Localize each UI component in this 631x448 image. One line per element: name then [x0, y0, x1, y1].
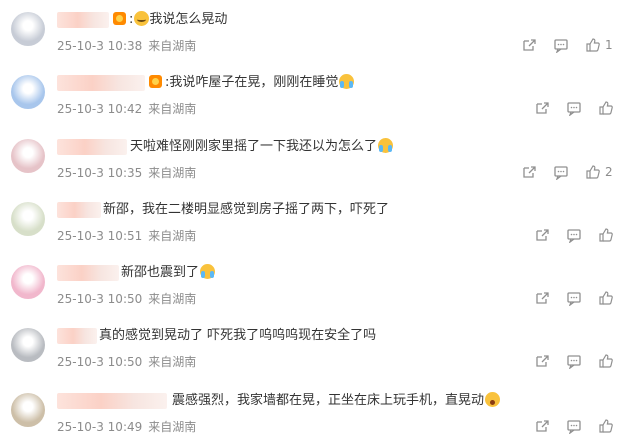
share-icon[interactable] — [520, 36, 538, 54]
comment-prefix: : — [129, 12, 134, 27]
comment-text: 新邵，我在二楼明显感觉到房子摇了两下，吓死了 — [103, 201, 389, 219]
comment-body: 天啦难怪刚刚家里摇了一下我还以为怎么了 — [130, 139, 378, 154]
thumbs-up-icon[interactable] — [597, 99, 615, 117]
shock-emoji-icon — [485, 392, 501, 407]
username-blurred[interactable] — [57, 202, 101, 218]
comment-icon[interactable] — [565, 99, 583, 117]
comment-icon[interactable] — [565, 226, 583, 244]
comment-body: 我说怎么晃动 — [149, 12, 228, 27]
share-icon[interactable] — [533, 417, 551, 435]
comment-text: 新邵也震到了 — [121, 264, 216, 282]
comment-body: 新邵，我在二楼明显感觉到房子摇了两下，吓死了 — [103, 202, 390, 217]
thumbs-up-icon[interactable] — [597, 352, 615, 370]
like-count: 1 — [605, 38, 613, 52]
comment-body: 震感强烈，我家墙都在晃，正坐在床上玩手机，直晃动 — [172, 393, 485, 408]
fan-badge-icon — [113, 12, 126, 25]
comment-item: 新邵也震到了 25-10-3 10:50 来自湖南 — [0, 253, 631, 316]
comment-icon[interactable] — [565, 352, 583, 370]
share-icon[interactable] — [533, 352, 551, 370]
share-icon[interactable] — [533, 226, 551, 244]
comment-actions — [0, 226, 631, 244]
thumbs-up-icon[interactable] — [584, 163, 602, 181]
comment-icon[interactable] — [565, 289, 583, 307]
comment-item: 真的感觉到晃动了 吓死我了呜呜呜现在安全了吗 25-10-3 10:50 来自湖南 — [0, 316, 631, 379]
username-blurred[interactable] — [57, 75, 145, 91]
username-blurred[interactable] — [57, 328, 97, 344]
comment-actions — [0, 99, 631, 117]
share-icon[interactable] — [533, 99, 551, 117]
comment-body: 真的感觉到晃动了 吓死我了呜呜呜现在安全了吗 — [99, 328, 377, 343]
username-blurred[interactable] — [57, 139, 127, 155]
thumbs-up-icon[interactable] — [597, 226, 615, 244]
username-blurred[interactable] — [57, 393, 167, 409]
cry-emoji-icon — [339, 74, 355, 89]
username-blurred[interactable] — [57, 12, 109, 28]
thumbs-up-icon[interactable] — [597, 417, 615, 435]
comment-body: :我说咋屋子在晃，刚刚在睡觉 — [165, 75, 339, 90]
comment-actions: 1 — [0, 36, 631, 54]
comment-item: 天啦难怪刚刚家里摇了一下我还以为怎么了 25-10-3 10:35 来自湖南 2 — [0, 127, 631, 190]
like-count: 2 — [605, 165, 613, 179]
cry-emoji-icon — [200, 264, 216, 279]
comment-icon[interactable] — [565, 417, 583, 435]
comment-text: 真的感觉到晃动了 吓死我了呜呜呜现在安全了吗 — [99, 327, 376, 345]
comment-actions: 2 — [0, 163, 631, 181]
username-blurred[interactable] — [57, 265, 119, 281]
comment-actions — [0, 352, 631, 370]
comment-actions — [0, 417, 631, 435]
share-icon[interactable] — [533, 289, 551, 307]
comment-text: : 我说怎么晃动 — [113, 11, 227, 29]
comment-item: : 我说怎么晃动 25-10-3 10:38 来自湖南 1 — [0, 0, 631, 63]
cry-emoji-icon — [378, 138, 394, 153]
comment-item: :我说咋屋子在晃，刚刚在睡觉 25-10-3 10:42 来自湖南 — [0, 63, 631, 126]
share-icon[interactable] — [520, 163, 538, 181]
comment-icon[interactable] — [552, 163, 570, 181]
comment-text: 震感强烈，我家墙都在晃，正坐在床上玩手机，直晃动 — [172, 392, 501, 410]
fan-badge-icon — [149, 75, 162, 88]
thumbs-up-icon[interactable] — [597, 289, 615, 307]
thumbs-up-icon[interactable] — [584, 36, 602, 54]
comment-actions — [0, 289, 631, 307]
comment-item: 震感强烈，我家墙都在晃，正坐在床上玩手机，直晃动 25-10-3 10:49 来自湖… — [0, 381, 631, 444]
comment-icon[interactable] — [552, 36, 570, 54]
comment-item: 新邵，我在二楼明显感觉到房子摇了两下，吓死了 25-10-3 10:51 来自湖南 — [0, 190, 631, 253]
comment-body: 新邵也震到了 — [121, 265, 200, 280]
sweat-emoji-icon — [134, 11, 150, 26]
comment-text: :我说咋屋子在晃，刚刚在睡觉 — [149, 74, 355, 92]
comment-text: 天啦难怪刚刚家里摇了一下我还以为怎么了 — [130, 138, 394, 156]
